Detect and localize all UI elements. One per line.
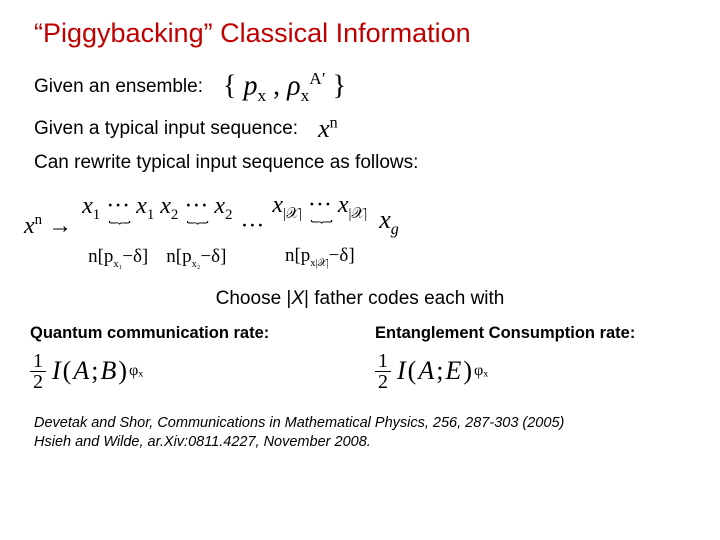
diagram-trail: xg (371, 205, 399, 269)
rewrite-label: Can rewrite typical input sequence as fo… (34, 152, 418, 174)
diagram-lhs: xn → (20, 212, 78, 270)
page-title: “Piggybacking” Classical Information (34, 18, 686, 49)
rewrite-line: Can rewrite typical input sequence as fo… (34, 152, 686, 174)
sequence-diagram: xn → x1 ··· x1 ︸ n[px₁−δ] x2 ··· x2 ︸ n[… (20, 192, 686, 270)
diagram-ellipsis: ··· (236, 213, 268, 270)
typical-line: Given a typical input sequence: xn (34, 114, 686, 144)
choose-text: Choose |X| father codes each with (34, 288, 686, 310)
entanglement-rate: Entanglement Consumption rate: 12 I(A; E… (375, 324, 690, 392)
entanglement-rate-math: 12 I(A; E)φₓ (375, 351, 690, 392)
diagram-group-2: x2 ··· x2 ︸ n[px₂−δ] (158, 193, 234, 270)
ensemble-line: Given an ensemble: { px , ρxA′ } (34, 69, 686, 106)
reference-2: Hsieh and Wilde, ar.Xiv:0811.4227, Novem… (34, 433, 686, 453)
ensemble-label: Given an ensemble: (34, 76, 203, 98)
quantum-rate-math: 12 I(A; B)φₓ (30, 351, 345, 392)
ensemble-math: { px , ρxA′ } (223, 69, 346, 106)
diagram-group-last: x|𝒳| ··· x|𝒳| ︸ n[px|𝒳|−δ] (270, 192, 369, 270)
quantum-rate: Quantum communication rate: 12 I(A; B)φₓ (30, 324, 345, 392)
quantum-rate-label: Quantum communication rate: (30, 324, 345, 343)
references: Devetak and Shor, Communications in Math… (34, 414, 686, 453)
typical-label: Given a typical input sequence: (34, 118, 298, 140)
rates-row: Quantum communication rate: 12 I(A; B)φₓ… (30, 324, 690, 392)
entanglement-rate-label: Entanglement Consumption rate: (375, 324, 690, 343)
reference-1: Devetak and Shor, Communications in Math… (34, 414, 686, 434)
diagram-group-1: x1 ··· x1 ︸ n[px₁−δ] (80, 193, 156, 270)
xn-math: xn (318, 114, 338, 144)
